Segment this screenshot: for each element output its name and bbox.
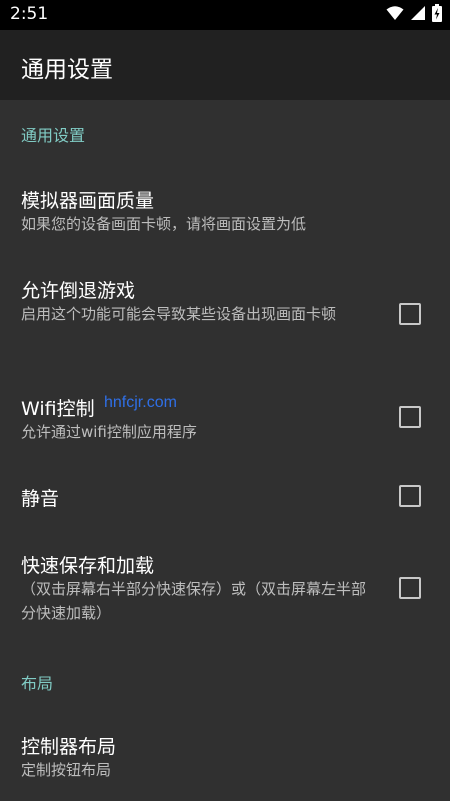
quicksave-checkbox[interactable] (399, 577, 421, 599)
rewind-checkbox[interactable] (399, 303, 421, 325)
mute-checkbox[interactable] (399, 485, 421, 507)
pref-title: 允许倒退游戏 (21, 280, 136, 302)
pref-wifi-control[interactable]: Wifi控制 hnfcjr.com 允许通过wifi控制应用程序 (0, 376, 450, 460)
signal-icon (410, 5, 426, 25)
pref-allow-rewind[interactable]: 允许倒退游戏 启用这个功能可能会导致某些设备出现画面卡顿 (0, 260, 450, 364)
pref-title: 模拟器画面质量 (21, 190, 155, 212)
pref-emulator-quality[interactable]: 模拟器画面质量 如果您的设备画面卡顿，请将画面设置为低 (0, 166, 450, 248)
pref-quick-save-load[interactable]: 快速保存和加载 （双击屏幕右半部分快速保存）或（双击屏幕左半部分快速加载） (0, 540, 450, 644)
settings-list[interactable]: 通用设置 模拟器画面质量 如果您的设备画面卡顿，请将画面设置为低 允许倒退游戏 … (0, 100, 450, 801)
wifi-checkbox[interactable] (399, 406, 421, 428)
pref-summary: 如果您的设备画面卡顿，请将画面设置为低 (21, 215, 307, 233)
pref-title: 快速保存和加载 (21, 555, 155, 577)
status-bar: 2:51 (0, 0, 450, 30)
battery-charging-icon (432, 4, 442, 26)
pref-summary: 定制按钮布局 (21, 761, 112, 779)
watermark-text: hnfcjr.com (104, 394, 177, 411)
pref-summary: （双击屏幕右半部分快速保存）或（双击屏幕左半部分快速加载） (21, 580, 367, 622)
section-header-general: 通用设置 (21, 126, 86, 145)
pref-title: 静音 (21, 488, 60, 510)
status-icons (386, 4, 442, 26)
pref-title: Wifi控制 (21, 398, 95, 420)
pref-controller-layout[interactable]: 控制器布局 定制按钮布局 (0, 712, 450, 796)
pref-summary: 启用这个功能可能会导致某些设备出现画面卡顿 (21, 305, 337, 323)
app-bar: 通用设置 (0, 30, 450, 100)
page-title: 通用设置 (21, 57, 113, 83)
section-header-layout: 布局 (21, 674, 54, 693)
pref-summary: 允许通过wifi控制应用程序 (21, 423, 197, 441)
pref-title: 控制器布局 (21, 736, 117, 758)
wifi-icon (386, 5, 404, 25)
pref-mute[interactable]: 静音 (0, 462, 450, 528)
status-time: 2:51 (10, 4, 49, 24)
